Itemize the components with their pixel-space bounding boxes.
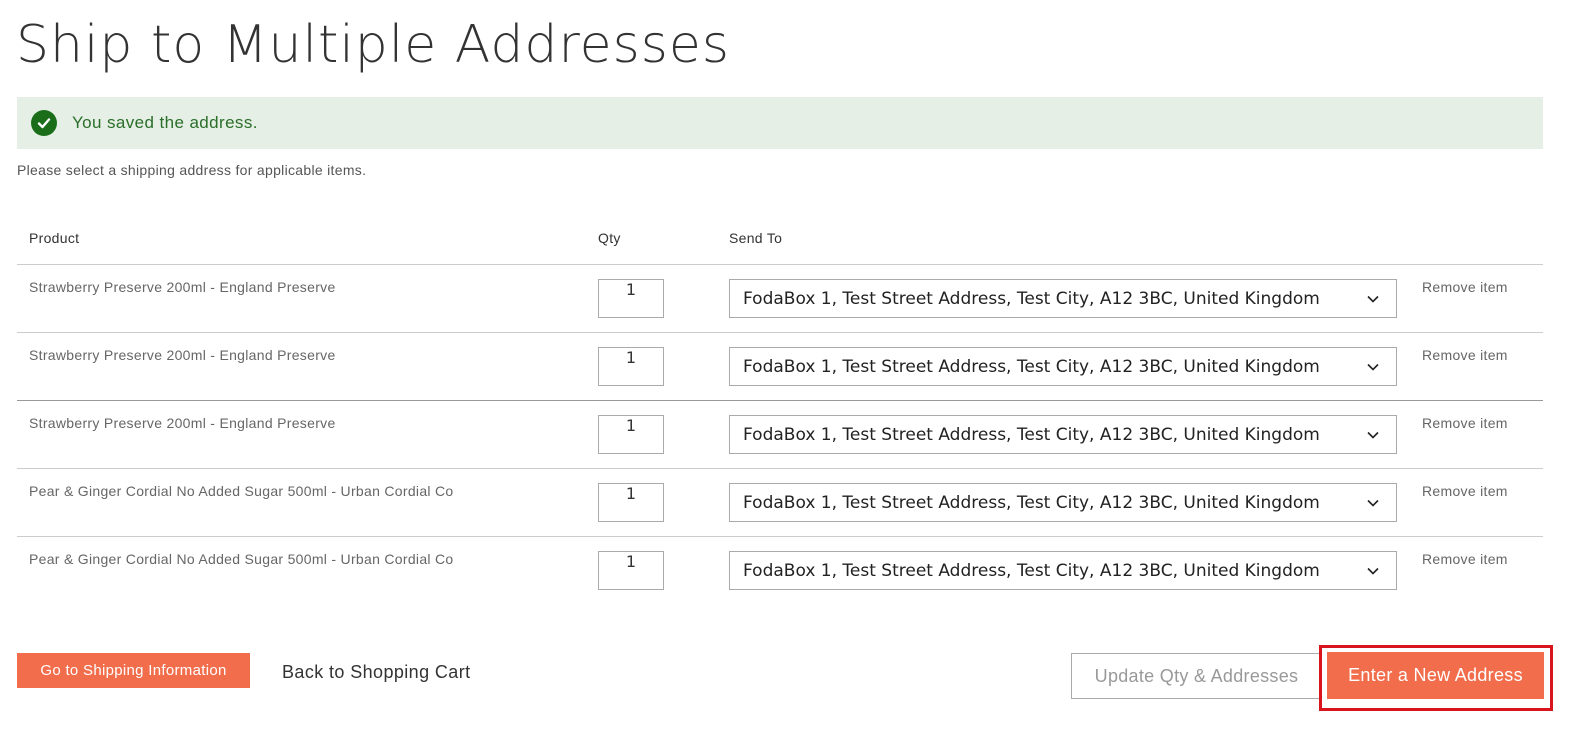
success-message-text: You saved the address. bbox=[72, 113, 258, 132]
product-name: Pear & Ginger Cordial No Added Sugar 500… bbox=[29, 551, 454, 567]
check-circle-icon bbox=[31, 110, 57, 136]
chevron-down-icon bbox=[1367, 431, 1379, 439]
instructions-text: Please select a shipping address for app… bbox=[17, 162, 367, 178]
table-row: Pear & Ginger Cordial No Added Sugar 500… bbox=[17, 537, 1543, 605]
address-select[interactable]: FodaBox 1, Test Street Address, Test Cit… bbox=[729, 415, 1397, 454]
chevron-down-icon bbox=[1367, 567, 1379, 575]
go-to-shipping-button[interactable]: Go to Shipping Information bbox=[17, 653, 250, 688]
product-name: Strawberry Preserve 200ml - England Pres… bbox=[29, 279, 336, 295]
address-select[interactable]: FodaBox 1, Test Street Address, Test Cit… bbox=[729, 483, 1397, 522]
remove-item-link[interactable]: Remove item bbox=[1422, 415, 1508, 431]
remove-item-link[interactable]: Remove item bbox=[1422, 551, 1508, 567]
qty-input[interactable]: 1 bbox=[598, 483, 664, 522]
remove-item-link[interactable]: Remove item bbox=[1422, 483, 1508, 499]
update-qty-addresses-button[interactable]: Update Qty & Addresses bbox=[1071, 653, 1322, 699]
header-send-to: Send To bbox=[729, 230, 783, 246]
address-select[interactable]: FodaBox 1, Test Street Address, Test Cit… bbox=[729, 279, 1397, 318]
qty-input[interactable]: 1 bbox=[598, 415, 664, 454]
table-row: Strawberry Preserve 200ml - England Pres… bbox=[17, 333, 1543, 401]
product-name: Strawberry Preserve 200ml - England Pres… bbox=[29, 347, 336, 363]
table-row: Strawberry Preserve 200ml - England Pres… bbox=[17, 265, 1543, 333]
product-name: Pear & Ginger Cordial No Added Sugar 500… bbox=[29, 483, 454, 499]
success-message: You saved the address. bbox=[17, 97, 1543, 149]
qty-input[interactable]: 1 bbox=[598, 347, 664, 386]
address-select-value: FodaBox 1, Test Street Address, Test Cit… bbox=[743, 424, 1320, 445]
chevron-down-icon bbox=[1367, 499, 1379, 507]
address-select-value: FodaBox 1, Test Street Address, Test Cit… bbox=[743, 492, 1320, 513]
enter-new-address-button[interactable]: Enter a New Address bbox=[1327, 652, 1544, 699]
header-product: Product bbox=[29, 230, 80, 246]
qty-input[interactable]: 1 bbox=[598, 279, 664, 318]
table-row: Pear & Ginger Cordial No Added Sugar 500… bbox=[17, 469, 1543, 537]
address-select-value: FodaBox 1, Test Street Address, Test Cit… bbox=[743, 560, 1320, 581]
qty-input[interactable]: 1 bbox=[598, 551, 664, 590]
chevron-down-icon bbox=[1367, 363, 1379, 371]
address-select-value: FodaBox 1, Test Street Address, Test Cit… bbox=[743, 288, 1320, 309]
back-to-cart-link[interactable]: Back to Shopping Cart bbox=[282, 662, 471, 683]
items-table: Product Qty Send To Strawberry Preserve … bbox=[17, 214, 1543, 605]
address-select[interactable]: FodaBox 1, Test Street Address, Test Cit… bbox=[729, 551, 1397, 590]
table-row: Strawberry Preserve 200ml - England Pres… bbox=[17, 401, 1543, 469]
address-select[interactable]: FodaBox 1, Test Street Address, Test Cit… bbox=[729, 347, 1397, 386]
remove-item-link[interactable]: Remove item bbox=[1422, 279, 1508, 295]
table-header: Product Qty Send To bbox=[17, 214, 1543, 265]
header-qty: Qty bbox=[598, 230, 621, 246]
remove-item-link[interactable]: Remove item bbox=[1422, 347, 1508, 363]
address-select-value: FodaBox 1, Test Street Address, Test Cit… bbox=[743, 356, 1320, 377]
chevron-down-icon bbox=[1367, 295, 1379, 303]
product-name: Strawberry Preserve 200ml - England Pres… bbox=[29, 415, 336, 431]
page-title: Ship to Multiple Addresses bbox=[16, 15, 730, 75]
